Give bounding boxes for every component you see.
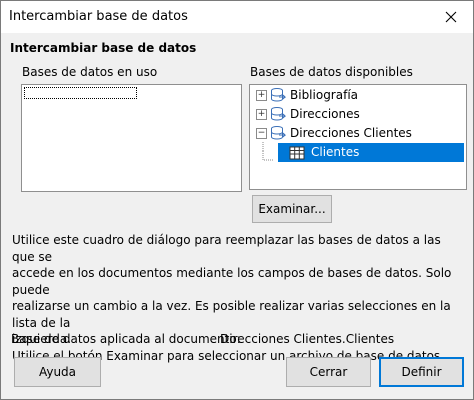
tree-item-label: Bibliografía [290,88,359,102]
section-title: Intercambiar base de datos [10,41,197,55]
tree-item-direcciones-clientes[interactable]: − Direcciones Clientes [250,124,464,143]
table-icon [289,146,305,160]
define-button-label: Definir [401,365,442,379]
available-databases-label: Bases de datos disponibles [250,65,413,79]
tree-item-direcciones[interactable]: + Direcciones [250,105,464,124]
database-icon [271,107,286,121]
dialog-window: Intercambiar base de datos Intercambiar … [0,0,474,400]
databases-in-use-list[interactable] [21,84,242,192]
close-button[interactable]: Cerrar [286,357,371,387]
close-window-button[interactable] [429,1,473,33]
applied-database-value: Direcciones Clientes.Clientes [220,332,395,346]
description-line: realizarse un cambio a la vez. Es posibl… [12,299,451,330]
database-icon [271,88,286,102]
list-focus-row[interactable] [24,87,137,99]
window-title: Intercambiar base de datos [9,9,188,24]
tree-item-bibliografia[interactable]: + Bibliografía [250,86,464,105]
applied-database-label: Base de datos aplicada al documento: [11,332,241,346]
tree-item-label: Clientes [311,145,360,159]
close-button-label: Cerrar [309,365,348,379]
tree-item-label: Direcciones Clientes [290,126,412,140]
browse-button-label: Examinar... [258,202,326,216]
available-databases-tree[interactable]: + Bibliografía + Direcciones − Direccion… [249,84,467,190]
close-icon [445,11,457,23]
description-line: Utilice este cuadro de diálogo para reem… [12,233,441,264]
tree-item-clientes[interactable]: Clientes [278,143,464,162]
browse-button[interactable]: Examinar... [252,195,332,223]
description-line: accede en los documentos mediante los ca… [12,266,452,297]
tree-item-label: Direcciones [290,107,360,121]
help-button-label: Ayuda [38,365,77,379]
expand-icon[interactable]: + [256,109,267,120]
define-button[interactable]: Definir [379,357,464,387]
help-button[interactable]: Ayuda [14,357,101,387]
database-icon [271,126,286,140]
title-bar[interactable]: Intercambiar base de datos [1,1,473,33]
collapse-icon[interactable]: − [256,128,267,139]
databases-in-use-label: Bases de datos en uso [22,65,158,79]
expand-icon[interactable]: + [256,90,267,101]
